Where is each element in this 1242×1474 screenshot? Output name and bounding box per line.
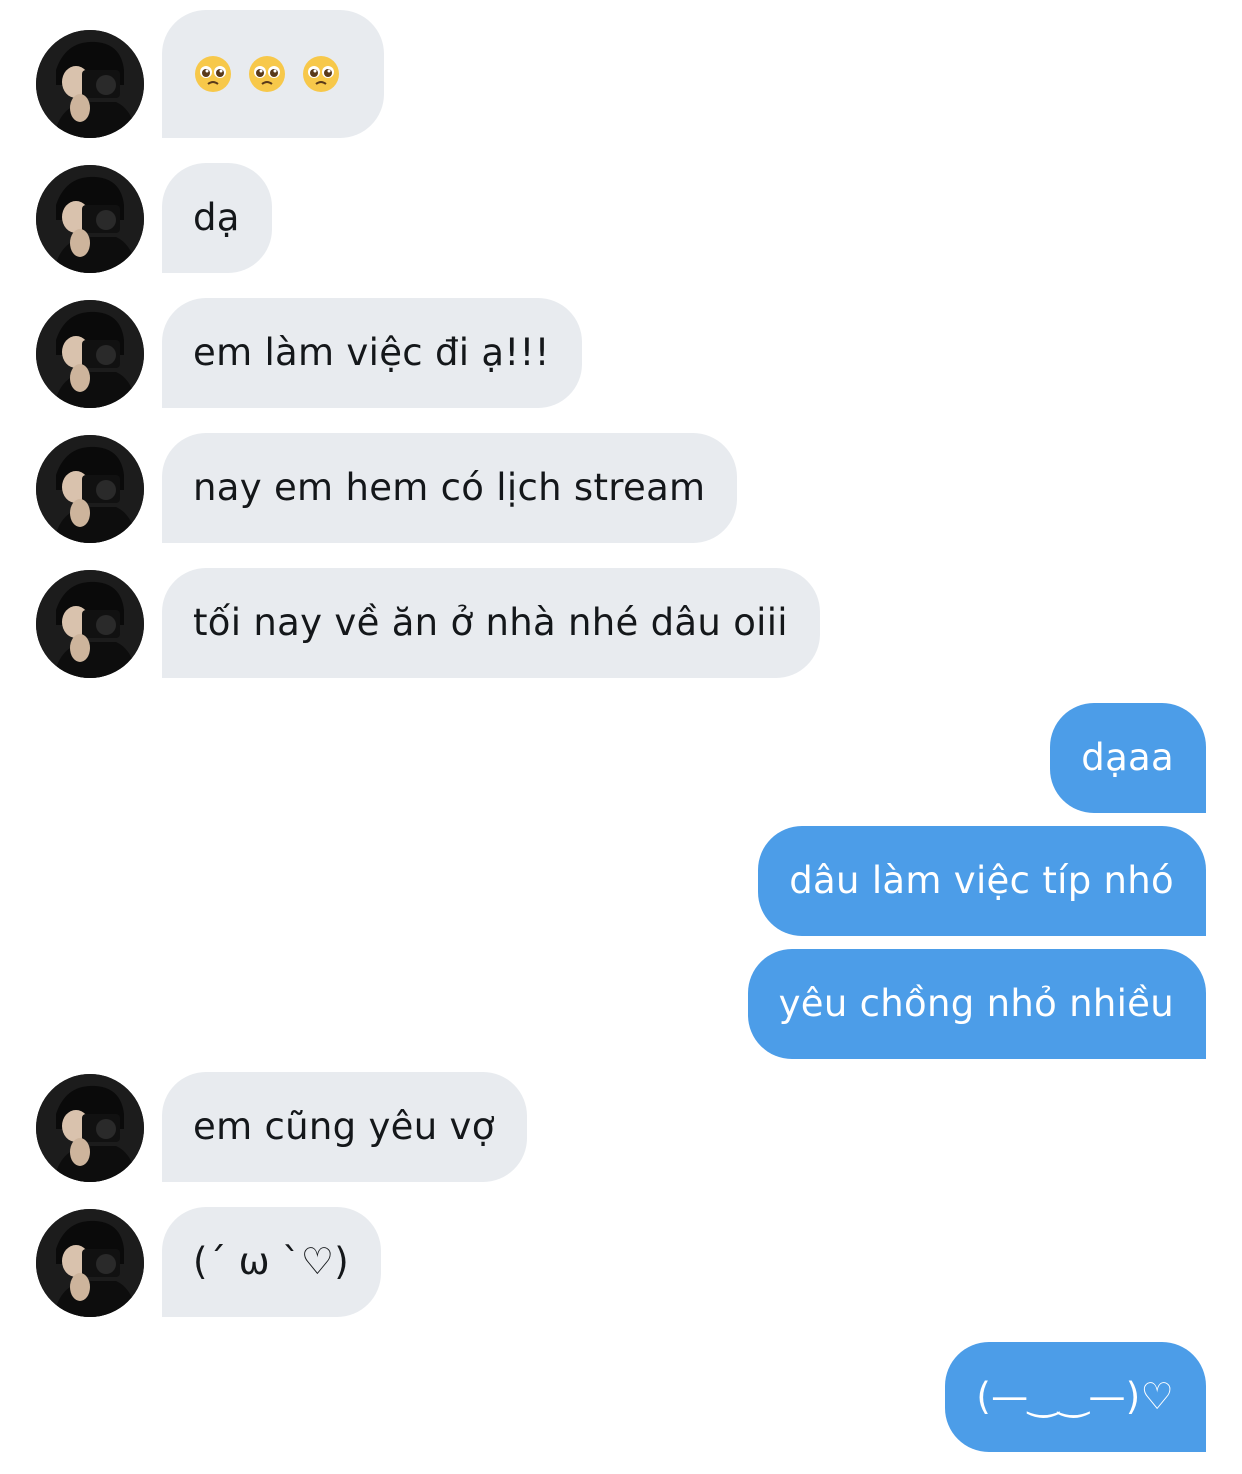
message-bubble-incoming[interactable]: (´ ω `♡) [162,1207,381,1317]
avatar[interactable] [36,1209,144,1317]
pleading-face-icon [303,56,339,92]
message-bubble-incoming[interactable]: dạ [162,163,272,273]
message-bubble-incoming[interactable]: em cũng yêu vợ [162,1072,527,1182]
avatar[interactable] [36,1074,144,1182]
message-bubble-incoming[interactable] [162,10,384,138]
message-bubble-outgoing[interactable]: dâu làm việc típ nhó [758,826,1206,936]
message-bubble-incoming[interactable]: nay em hem có lịch stream [162,433,738,543]
emoji-group [193,10,352,138]
message-bubble-outgoing[interactable]: dạaa [1050,703,1206,813]
message-bubble-outgoing[interactable]: (—‿‿—)♡ [945,1342,1206,1452]
avatar[interactable] [36,435,144,543]
avatar[interactable] [36,165,144,273]
pleading-face-icon [195,56,231,92]
avatar[interactable] [36,30,144,138]
message-bubble-incoming[interactable]: em làm việc đi ạ!!! [162,298,582,408]
pleading-face-icon [249,56,285,92]
avatar[interactable] [36,300,144,408]
message-thread: dạ em làm việc đi ạ!!! nay em hem có lịc… [0,0,1242,1474]
message-bubble-outgoing[interactable]: yêu chồng nhỏ nhiều [747,949,1206,1059]
message-bubble-incoming[interactable]: tối nay về ăn ở nhà nhé dâu oiii [162,568,820,678]
avatar[interactable] [36,570,144,678]
